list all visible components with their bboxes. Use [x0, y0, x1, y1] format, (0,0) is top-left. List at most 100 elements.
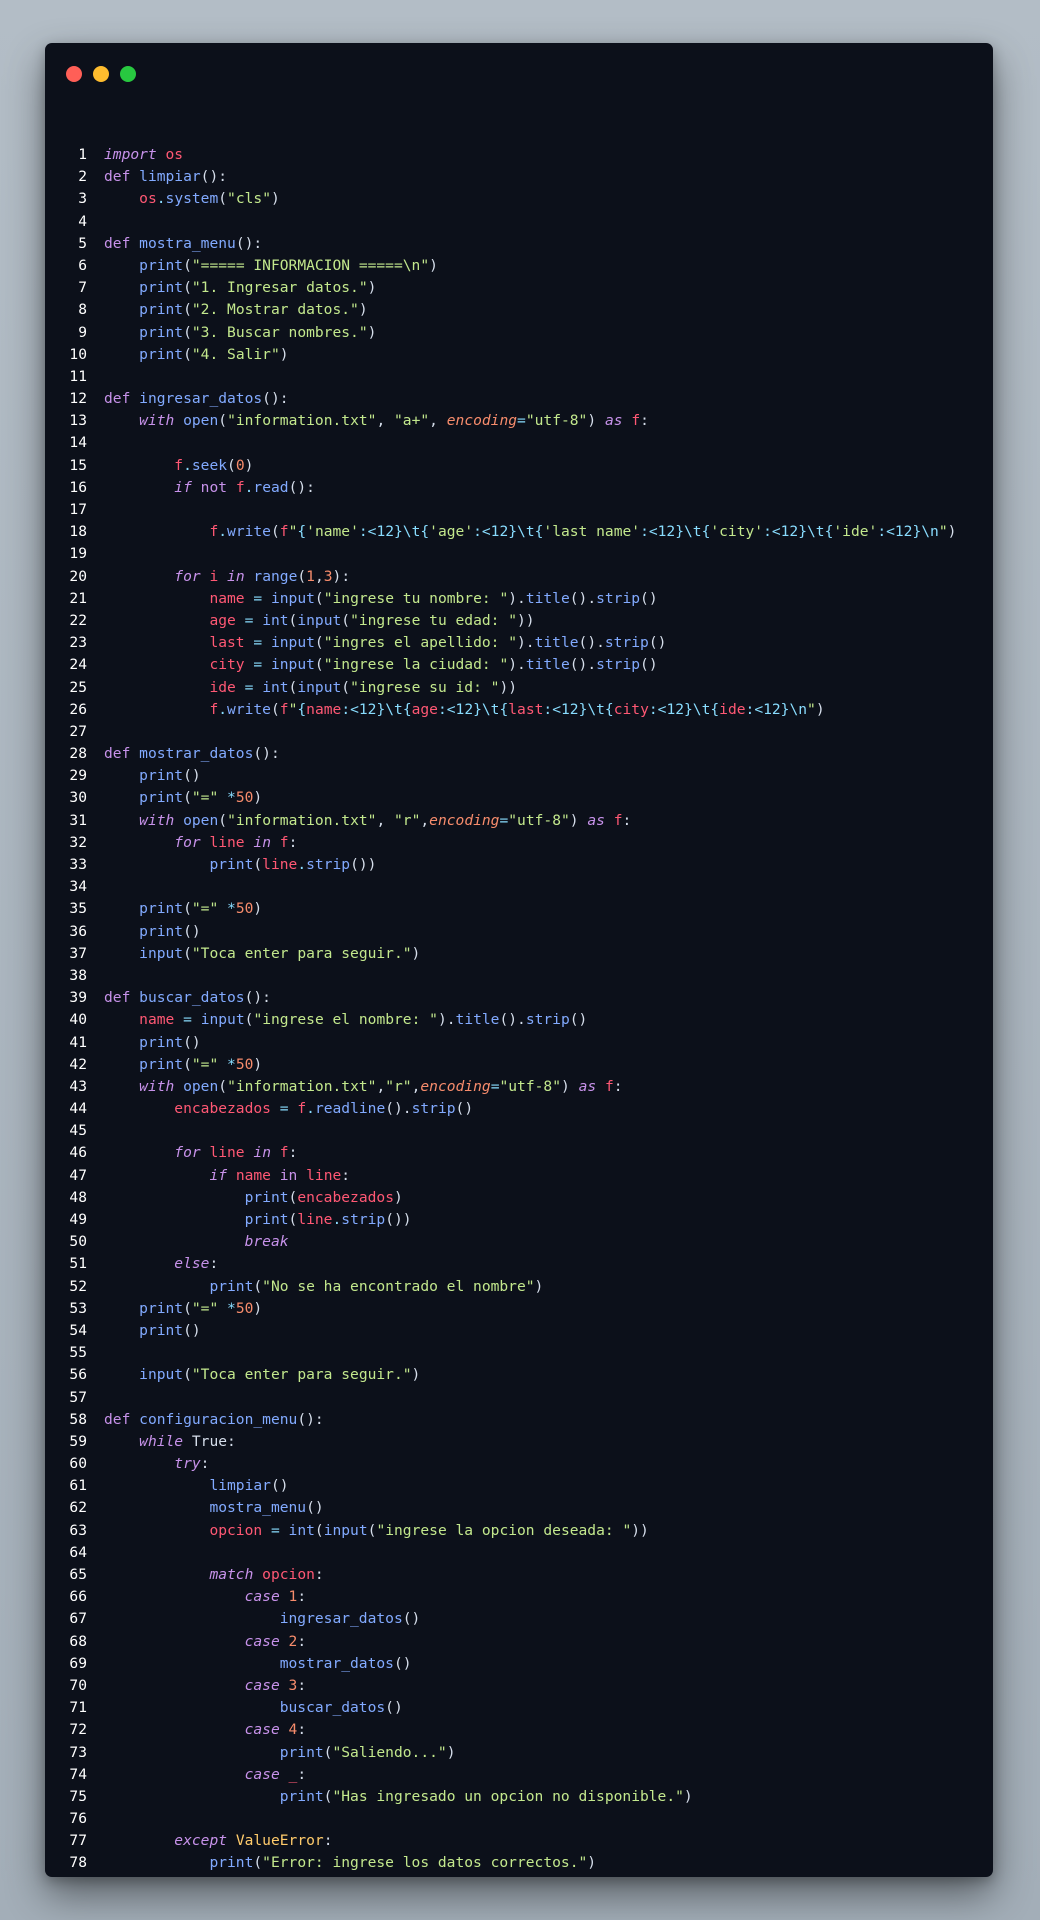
- code-text: for line in f:: [104, 1142, 297, 1164]
- code-line: 2 def limpiar():: [45, 166, 993, 188]
- code-token: .: [156, 190, 166, 208]
- code-token: :<12}\t{: [543, 700, 614, 718]
- code-text: def configuracion_menu():: [104, 1409, 324, 1431]
- code-token: strip: [341, 1211, 386, 1228]
- code-token: try: [174, 1455, 201, 1473]
- code-token: title: [455, 1011, 500, 1029]
- code-token: break: [244, 1233, 289, 1251]
- code-token: ): [561, 1077, 579, 1095]
- code-line: 4: [45, 211, 993, 233]
- code-text: def mostrar_datos():: [104, 743, 280, 765]
- code-token: ": [807, 700, 816, 718]
- code-token: print: [139, 1033, 184, 1051]
- code-token: strip: [411, 1100, 456, 1118]
- code-token: not: [200, 478, 228, 496]
- code-line: 40 name = input("ingrese el nombre: ").t…: [45, 1009, 993, 1031]
- code-token: ): [569, 811, 588, 829]
- code-token: (: [183, 323, 192, 341]
- code-text: ingresar_datos(): [104, 1608, 421, 1630]
- code-token: (): [183, 767, 201, 785]
- code-token: (): [648, 634, 667, 652]
- code-token: ,: [376, 412, 395, 430]
- code-token: =: [253, 656, 263, 674]
- code-token: ): [270, 190, 280, 208]
- code-token: def: [104, 745, 131, 763]
- code-token: =: [183, 1011, 192, 1029]
- line-number: 70: [69, 1676, 87, 1694]
- code-token: ,: [314, 567, 324, 585]
- code-token: "information.txt": [227, 811, 377, 829]
- code-line: 67 ingresar_datos(): [45, 1608, 993, 1630]
- code-token: :<12}\t{: [640, 523, 711, 541]
- code-line: 50 break: [45, 1231, 993, 1253]
- code-token: 50: [235, 1299, 254, 1317]
- code-line: 73 print("Saliendo..."): [45, 1742, 993, 1764]
- code-text: case 1:: [104, 1586, 307, 1608]
- code-token: mostra_menu: [209, 1499, 307, 1517]
- code-token: print: [139, 900, 184, 918]
- code-token: f: [279, 523, 289, 541]
- code-text: f.seek(0): [104, 455, 253, 477]
- close-dot-icon[interactable]: [66, 66, 82, 82]
- code-text: print("No se ha encontrado el nombre"): [104, 1276, 543, 1298]
- code-token: 'age': [429, 523, 474, 541]
- code-token: "Has ingresado un opcion no disponible.": [332, 1787, 684, 1805]
- code-token: *: [227, 900, 236, 918]
- code-text: f.write(f"{name:<12}\t{age:<12}\t{last:<…: [104, 699, 824, 721]
- code-token: :<12}\n: [877, 523, 939, 541]
- code-token: )): [517, 611, 535, 629]
- line-number: 52: [69, 1277, 87, 1295]
- code-token: in: [279, 1166, 298, 1184]
- maximize-dot-icon[interactable]: [120, 66, 136, 82]
- code-token: i: [209, 567, 219, 585]
- line-number: 9: [78, 323, 87, 341]
- code-text: print("=" *50): [104, 1054, 262, 1076]
- code-token: "Error: ingrese los datos correctos.": [262, 1854, 588, 1872]
- code-token: line: [306, 1166, 342, 1184]
- code-line: 15 f.seek(0): [45, 455, 993, 477]
- code-token: as: [604, 412, 623, 430]
- code-text: print(): [104, 1320, 201, 1342]
- code-token: input: [139, 1366, 184, 1384]
- code-line: 65 match opcion:: [45, 1564, 993, 1586]
- code-text: try:: [104, 1453, 209, 1475]
- line-number: 50: [69, 1233, 87, 1251]
- code-token: (: [183, 1299, 192, 1317]
- code-text: print("Has ingresado un opcion no dispon…: [104, 1786, 693, 1808]
- code-token: f: [209, 700, 219, 718]
- code-line: 61 limpiar(): [45, 1475, 993, 1497]
- code-token: in: [227, 567, 245, 585]
- code-line: 52 print("No se ha encontrado el nombre"…: [45, 1276, 993, 1298]
- code-line: 60 try:: [45, 1453, 993, 1475]
- minimize-dot-icon[interactable]: [93, 66, 109, 82]
- code-token: )): [631, 1521, 649, 1539]
- code-text: def ingresar_datos():: [104, 388, 289, 410]
- code-line: 20 for i in range(1,3):: [45, 566, 993, 588]
- code-token: encoding: [420, 1077, 491, 1095]
- code-line: 9 print("3. Buscar nombres."): [45, 322, 993, 344]
- code-token: in: [253, 1144, 271, 1162]
- code-text: for i in range(1,3):: [104, 566, 350, 588]
- code-token: with: [139, 412, 175, 430]
- code-text: print(): [104, 765, 201, 787]
- code-token: :: [297, 1676, 307, 1694]
- line-number: 56: [69, 1366, 87, 1384]
- code-token: print: [139, 1321, 184, 1339]
- code-token: :<12}\t{: [437, 700, 509, 718]
